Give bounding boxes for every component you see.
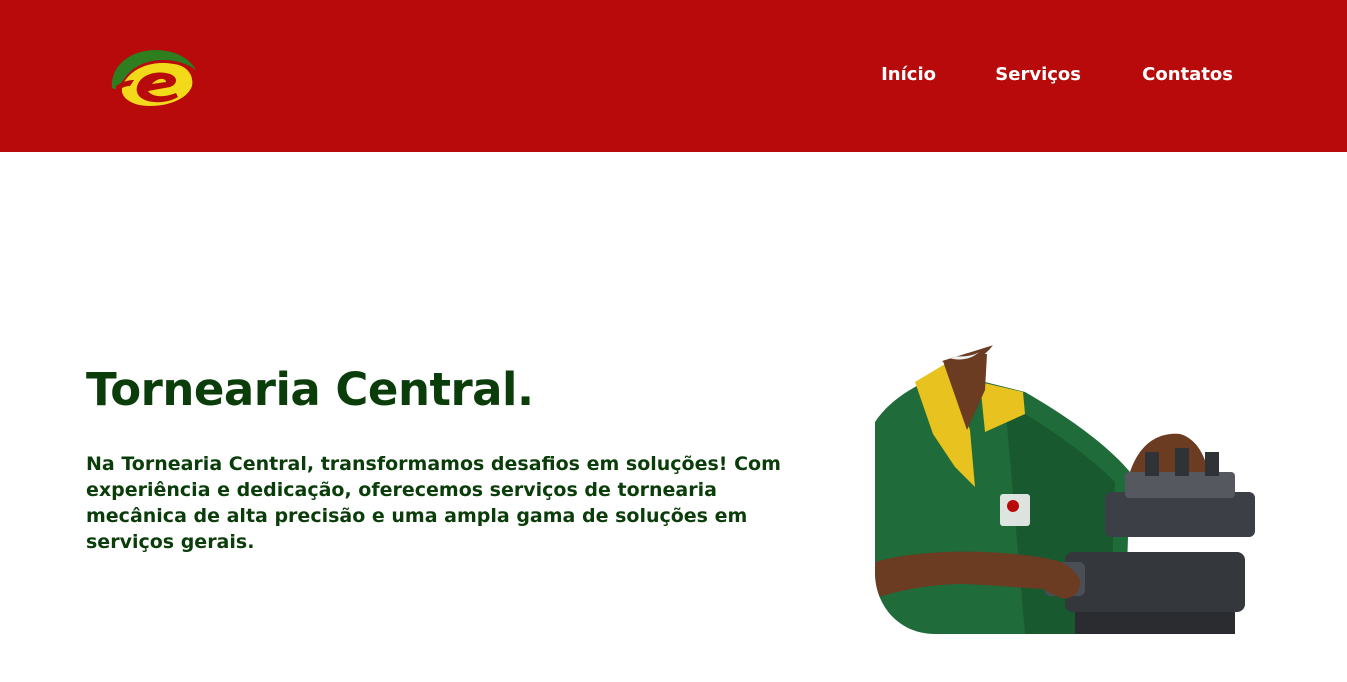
nav-servicos[interactable]: Serviços: [995, 64, 1081, 85]
nav-inicio[interactable]: Início: [881, 64, 936, 85]
hero-photo: [875, 262, 1260, 634]
tc-logo-icon: [111, 50, 196, 106]
machinist-photo: [875, 264, 1255, 634]
logo-link[interactable]: [108, 46, 198, 112]
nav-contatos[interactable]: Contatos: [1142, 64, 1233, 85]
hero-title: Tornearia Central.: [86, 363, 534, 416]
site-header: Início Serviços Contatos: [0, 0, 1347, 152]
hero-description: Na Tornearia Central, transformamos desa…: [86, 453, 781, 553]
